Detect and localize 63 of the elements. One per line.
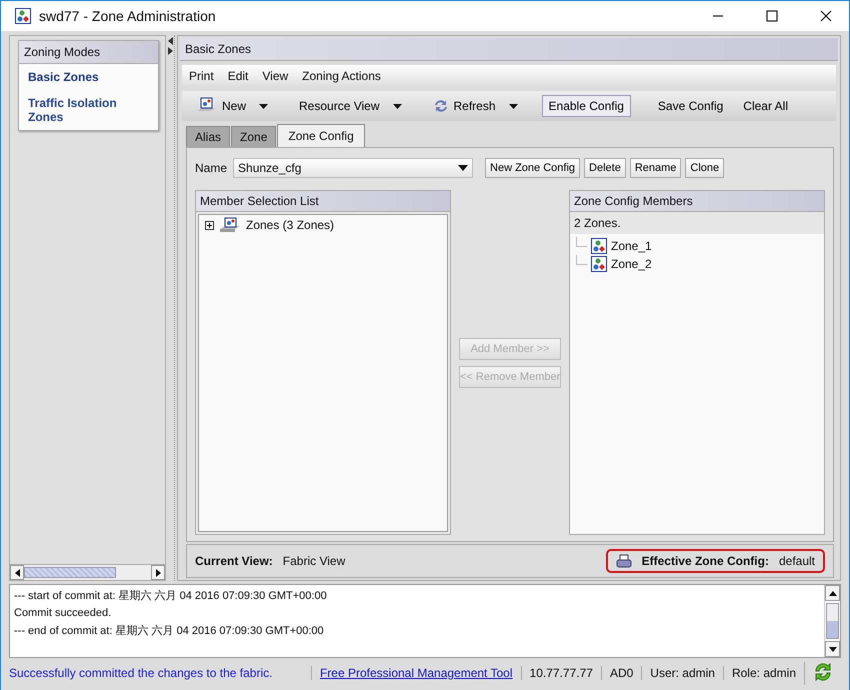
view-value: Fabric View: [282, 554, 346, 568]
effective-config-value: default: [778, 554, 815, 568]
status-field: User: admin: [641, 666, 723, 680]
maximize-icon[interactable]: [766, 10, 778, 22]
field-label: Name: [195, 161, 228, 175]
sidebar-item[interactable]: Basic Zones: [19, 64, 158, 90]
scroll-right-icon[interactable]: [156, 568, 161, 576]
caret-icon[interactable]: [392, 104, 402, 108]
zone-member[interactable]: Zone_1: [611, 239, 652, 253]
tree-node-label[interactable]: Zones (3 Zones): [246, 218, 334, 232]
effective-config-label: Effective Zone Config:: [642, 554, 769, 568]
log-line: --- start of commit at: 星期六 六月 04 2016 07:09:30 GMT+00:00: [14, 588, 328, 603]
tab[interactable]: Alias: [186, 126, 230, 147]
log-line: Commit succeeded.: [14, 607, 112, 619]
toolbar-button[interactable]: Resource View: [292, 95, 386, 117]
action-button[interactable]: New Zone Config: [485, 158, 580, 178]
panel-title: Zone Config Members: [570, 191, 824, 212]
zone-icon: [591, 256, 607, 272]
app-icon: [15, 8, 31, 24]
menu-item[interactable]: Print: [188, 69, 215, 83]
tab[interactable]: Zone: [231, 126, 276, 147]
printer-icon: [616, 554, 632, 568]
tab[interactable]: Zone Config: [277, 124, 365, 147]
menu-item[interactable]: Edit: [226, 69, 250, 83]
menu-item[interactable]: View: [261, 69, 290, 83]
action-button[interactable]: Clone: [685, 158, 724, 178]
status-field: Role: admin: [722, 666, 804, 680]
close-icon[interactable]: [820, 10, 832, 22]
action-button[interactable]: Rename: [630, 158, 682, 178]
vertical-scrollbar[interactable]: [824, 585, 840, 657]
scroll-left-icon[interactable]: [14, 568, 20, 576]
panel-title: Member Selection List: [196, 191, 450, 212]
management-tool-link[interactable]: Free Professional Management Tool: [320, 666, 513, 680]
refresh-arrows-icon: [432, 98, 448, 114]
caret-icon[interactable]: [458, 165, 468, 171]
view-label: Current View:: [195, 554, 273, 568]
status-message: Successfully committed the changes to the fabric.: [9, 666, 274, 680]
zone-member[interactable]: Zone_2: [611, 257, 652, 271]
scroll-up-icon[interactable]: [828, 590, 836, 596]
caret-icon[interactable]: [508, 104, 518, 108]
horizontal-scrollbar[interactable]: [10, 564, 166, 580]
panel-title: Basic Zones: [180, 38, 838, 61]
toolbar-button[interactable]: Enable Config: [542, 95, 631, 117]
window-title: swd77 - Zone Administration: [39, 8, 217, 24]
member-count: 2 Zones.: [570, 212, 824, 234]
status-field: 10.77.77.77: [520, 666, 601, 680]
toolbar-button[interactable]: Refresh: [426, 94, 503, 118]
log-line: --- end of commit at: 星期六 六月 04 2016 07:09:30 GMT+00:00: [14, 624, 325, 638]
status-field: AD0: [600, 666, 642, 680]
expand-icon[interactable]: [205, 220, 214, 230]
sidebar-item[interactable]: Traffic Isolation Zones: [19, 90, 158, 130]
panel-title: Zoning Modes: [19, 41, 158, 64]
caret-icon[interactable]: [259, 104, 268, 108]
refresh-icon[interactable]: [813, 662, 833, 682]
menu-item[interactable]: Zoning Actions: [301, 69, 382, 83]
name-dropdown[interactable]: Shunze_cfg: [233, 158, 474, 178]
toolbar-button[interactable]: New: [190, 93, 254, 119]
switch-icon: [219, 217, 241, 233]
zone-icon: [591, 238, 607, 254]
action-button[interactable]: Delete: [584, 158, 626, 178]
toolbar-button[interactable]: Save Config: [650, 95, 730, 117]
toolbar-button[interactable]: Clear All: [736, 95, 795, 117]
scroll-down-icon[interactable]: [828, 646, 836, 652]
